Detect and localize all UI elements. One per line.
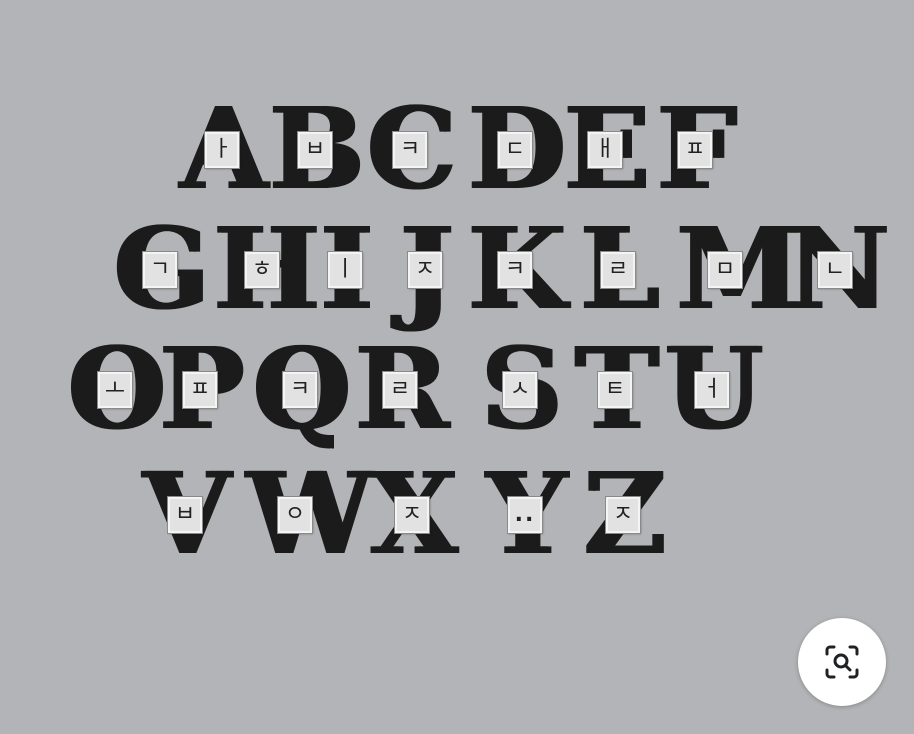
hangul-tile: ㅣ bbox=[328, 252, 362, 288]
glyph-cell-k: K ㅋ bbox=[465, 214, 565, 326]
glyph-cell-g: G ㄱ bbox=[110, 214, 210, 326]
hangul-tile: ㅋ bbox=[283, 372, 317, 408]
hangul-tile: ㅈ bbox=[606, 497, 640, 533]
glyph-cell-c: C ㅋ bbox=[360, 94, 460, 206]
hangul-tile: ㅍ bbox=[678, 132, 712, 168]
hangul-tile: ㅅ bbox=[503, 372, 537, 408]
glyph-cell-r: R ㄹ bbox=[350, 334, 450, 446]
glyph-cell-n: N ㄴ bbox=[785, 214, 887, 326]
glyph-cell-e: E ㅐ bbox=[555, 94, 655, 206]
glyph-cell-l: L ㄹ bbox=[568, 214, 668, 326]
glyph-cell-z: Z ㅈ bbox=[573, 459, 673, 571]
glyph-cell-a: A ㅏ bbox=[172, 94, 272, 206]
glyph-cell-m: M ㅁ bbox=[675, 214, 799, 326]
hangul-tile: ㄷ bbox=[498, 132, 532, 168]
hangul-tile: ㅐ bbox=[588, 132, 622, 168]
hangul-tile: ㄹ bbox=[601, 252, 635, 288]
hangul-tile: ㄱ bbox=[143, 252, 177, 288]
glyph-cell-b: B ㅂ bbox=[265, 94, 365, 206]
glyph-cell-t: T ㅌ bbox=[565, 334, 665, 446]
hangul-tile: ㅋ bbox=[393, 132, 427, 168]
hangul-tile: ㅂ bbox=[298, 132, 332, 168]
hangul-tile: ㅗ bbox=[98, 372, 132, 408]
hangul-tile: ㅏ bbox=[205, 132, 239, 168]
glyph-cell-u: U ㅓ bbox=[662, 334, 762, 446]
visual-search-button[interactable] bbox=[798, 618, 886, 706]
hangul-tile: ㅎ bbox=[245, 252, 279, 288]
hangul-tile: ㄴ bbox=[818, 252, 852, 288]
hangul-tile: .. bbox=[508, 497, 542, 533]
glyph-cell-d: D ㄷ bbox=[465, 94, 565, 206]
hangul-tile: ㅁ bbox=[708, 252, 742, 288]
hangul-tile: ㅋ bbox=[498, 252, 532, 288]
glyph-cell-f: F ㅍ bbox=[645, 94, 745, 206]
hangul-tile: ㅈ bbox=[395, 497, 429, 533]
glyph-cell-s: S ㅅ bbox=[470, 334, 570, 446]
glyph-cell-q: Q ㅋ bbox=[250, 334, 350, 446]
glyph-cell-x: X ㅈ bbox=[362, 459, 462, 571]
hangul-tile: ㅇ bbox=[278, 497, 312, 533]
glyph-cell-j: J ㅈ bbox=[375, 214, 475, 326]
hangul-tile: ㅓ bbox=[695, 372, 729, 408]
hangul-tile: ㅈ bbox=[408, 252, 442, 288]
hangul-tile: ㄹ bbox=[383, 372, 417, 408]
alphabet-hangul-chart: A ㅏ B ㅂ C ㅋ D ㄷ E ㅐ F ㅍ G ㄱ H ㅎ I ㅣ J ㅈ … bbox=[0, 0, 914, 734]
glyph-cell-w: W ㅇ bbox=[245, 459, 371, 571]
glyph-cell-v: V ㅂ bbox=[135, 459, 235, 571]
glyph-cell-y: Y .. bbox=[475, 459, 575, 571]
visual-search-icon bbox=[825, 645, 859, 679]
glyph-cell-p: P ㅍ bbox=[150, 334, 250, 446]
hangul-tile: ㅂ bbox=[168, 497, 202, 533]
hangul-tile: ㅌ bbox=[598, 372, 632, 408]
hangul-tile: ㅍ bbox=[183, 372, 217, 408]
